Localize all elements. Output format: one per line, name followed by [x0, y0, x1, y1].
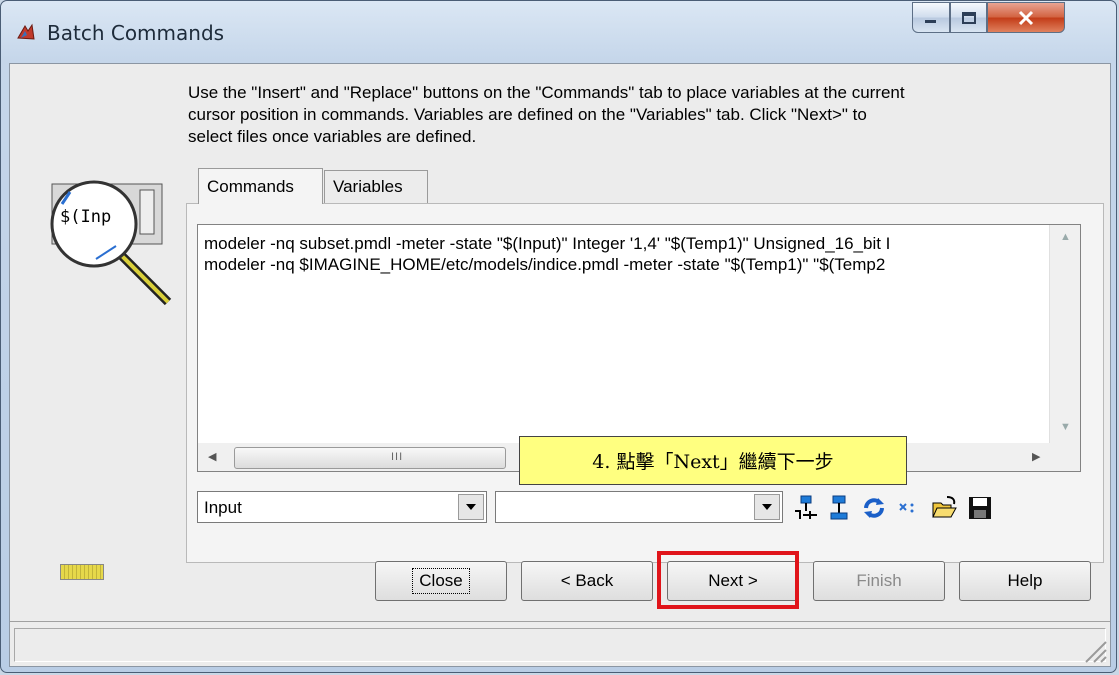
instruction-text: Use the "Insert" and "Replace" buttons o…	[188, 83, 905, 146]
replace-select[interactable]	[495, 491, 783, 523]
resize-grip-icon[interactable]	[1078, 634, 1108, 664]
magnifier-icon: $(Inp	[50, 180, 172, 306]
insert-variable-icon[interactable]	[793, 495, 819, 521]
window-title: Batch Commands	[47, 21, 225, 45]
clear-variable-icon[interactable]	[895, 495, 921, 521]
variable-select-value: Input	[204, 498, 242, 517]
open-folder-icon[interactable]	[931, 495, 957, 521]
tab-variables[interactable]: Variables	[324, 170, 428, 204]
scroll-down-icon[interactable]: ▼	[1060, 421, 1071, 433]
title-bar[interactable]: Batch Commands	[1, 1, 1116, 63]
maximize-icon	[961, 11, 976, 24]
maximize-button[interactable]	[950, 2, 987, 33]
close-window-button[interactable]	[987, 2, 1065, 33]
variable-select[interactable]: Input	[197, 491, 487, 523]
back-button[interactable]: < Back	[521, 561, 653, 601]
replace-dropdown-button[interactable]	[754, 494, 780, 520]
batch-commands-app-icon	[17, 23, 35, 40]
commands-panel: modeler -nq subset.pmdl -meter -state "$…	[186, 203, 1104, 563]
horizontal-scroll-thumb[interactable]: III	[234, 447, 506, 469]
status-bar	[10, 621, 1110, 666]
scroll-right-icon[interactable]: ▶	[1032, 450, 1040, 463]
minimize-icon	[925, 19, 936, 23]
minimize-button[interactable]	[912, 2, 950, 33]
help-button[interactable]: Help	[959, 561, 1091, 601]
close-button-label: Close	[412, 568, 470, 594]
finish-button: Finish	[813, 561, 945, 601]
dialog-client-area: Use the "Insert" and "Replace" buttons o…	[9, 63, 1111, 667]
commands-text[interactable]: modeler -nq subset.pmdl -meter -state "$…	[204, 233, 1054, 275]
scroll-left-icon[interactable]: ◀	[208, 450, 216, 463]
status-field	[14, 628, 1106, 662]
variable-dropdown-button[interactable]	[458, 494, 484, 520]
scroll-grip: III	[391, 451, 404, 463]
chevron-down-icon	[466, 504, 476, 510]
command-line: modeler -nq $IMAGINE_HOME/etc/models/ind…	[204, 255, 886, 274]
chevron-down-icon	[762, 504, 772, 510]
save-disk-icon[interactable]	[967, 495, 993, 521]
commands-textarea[interactable]: modeler -nq subset.pmdl -meter -state "$…	[197, 224, 1081, 472]
next-button-highlight	[657, 551, 799, 609]
batch-commands-window: Batch Commands Use the "Insert" and "Rep…	[0, 0, 1117, 673]
close-button[interactable]: Close	[375, 561, 507, 601]
tab-commands[interactable]: Commands	[198, 168, 323, 204]
refresh-icon[interactable]	[861, 495, 887, 521]
vertical-scrollbar[interactable]: ▲ ▼	[1049, 225, 1080, 443]
close-icon	[1018, 10, 1034, 25]
replace-variable-icon[interactable]	[827, 495, 853, 521]
scroll-up-icon[interactable]: ▲	[1060, 231, 1071, 243]
instruction-callout: 4. 點擊「Next」繼續下一步	[519, 436, 907, 485]
activity-indicator	[60, 564, 104, 580]
magnifier-label: $(Inp	[60, 207, 111, 227]
command-line: modeler -nq subset.pmdl -meter -state "$…	[204, 234, 891, 253]
